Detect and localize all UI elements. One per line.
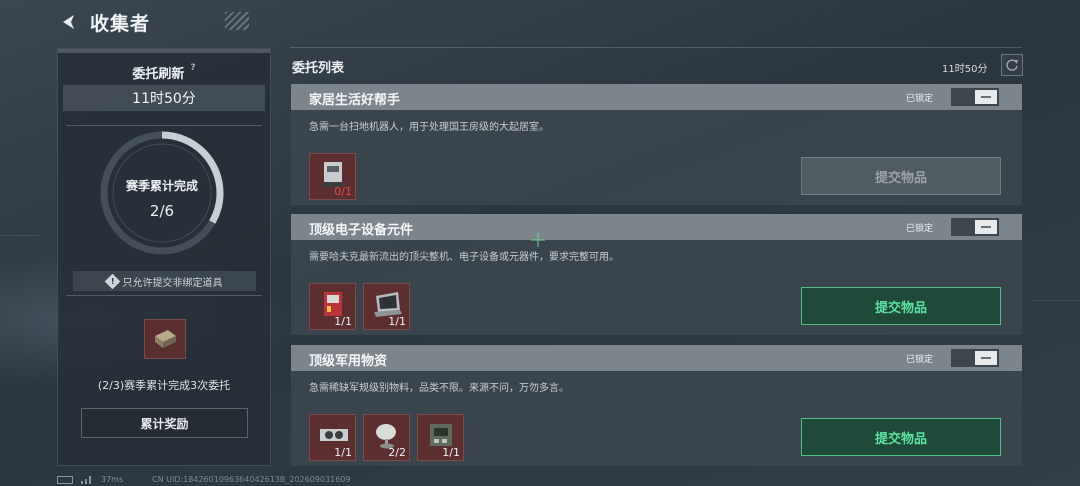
page-title: 收集者 bbox=[90, 12, 151, 35]
refresh-icon[interactable] bbox=[1001, 54, 1023, 76]
status-bar: 37ms bbox=[57, 475, 123, 484]
card-title: 顶级电子设备元件 bbox=[309, 223, 414, 238]
divider bbox=[66, 295, 262, 296]
panel-top-bar bbox=[58, 49, 270, 53]
required-item-slot[interactable]: 2/2 bbox=[363, 414, 410, 461]
required-item-slot[interactable]: 1/1 bbox=[309, 414, 356, 461]
cumulative-reward-button[interactable]: 累计奖励 bbox=[81, 408, 248, 438]
item-count: 2/2 bbox=[388, 446, 406, 459]
refresh-title-label: 委托刷新 bbox=[132, 67, 185, 82]
required-item-slot[interactable]: 1/1 bbox=[417, 414, 464, 461]
season-panel: 委托刷新? 11时50分 赛季累计完成 2/6 ! 只允许提交非绑定道具 (2/… bbox=[57, 48, 271, 466]
item-count: 1/1 bbox=[388, 315, 406, 328]
commission-card: 顶级电子设备元件 已锁定 需要哈夫克最新流出的顶尖整机、电子设备或元器件，要求完… bbox=[291, 214, 1022, 335]
item-count: 1/1 bbox=[334, 446, 352, 459]
lock-label: 已锁定 bbox=[906, 224, 934, 234]
required-items: 0/1 bbox=[309, 153, 356, 200]
commission-card: 家居生活好帮手 已锁定 急需一台扫地机器人，用于处理国王房级的大起居室。 0/1… bbox=[291, 84, 1022, 205]
lock-toggle[interactable] bbox=[951, 349, 999, 367]
lock-toggle[interactable] bbox=[951, 218, 999, 236]
header: 收集者 bbox=[58, 8, 150, 36]
reward-text: (2/3)赛季累计完成3次委托 bbox=[97, 379, 231, 392]
required-item-slot[interactable]: 1/1 bbox=[363, 283, 410, 330]
info-icon: ! bbox=[104, 273, 120, 289]
signal-icon bbox=[81, 475, 91, 484]
hud-line bbox=[1030, 300, 1080, 301]
progress-label: 赛季累计完成 bbox=[125, 179, 198, 193]
progress-value: 2/6 bbox=[149, 202, 175, 220]
binding-note-text: 只允许提交非绑定道具 bbox=[122, 277, 223, 289]
lock-toggle[interactable] bbox=[951, 88, 999, 106]
required-item-slot[interactable]: 1/1 bbox=[309, 283, 356, 330]
list-timer: 11时50分 bbox=[942, 64, 988, 75]
card-header: 顶级电子设备元件 已锁定 bbox=[291, 214, 1022, 240]
item-count: 1/1 bbox=[442, 446, 460, 459]
required-items: 1/1 2/2 1/1 bbox=[309, 414, 464, 461]
card-header: 顶级军用物资 已锁定 bbox=[291, 345, 1022, 371]
list-title: 委托列表 bbox=[292, 61, 345, 76]
toggle-knob bbox=[975, 220, 997, 234]
submit-items-button[interactable]: 提交物品 bbox=[801, 157, 1001, 195]
help-icon[interactable]: ? bbox=[190, 63, 195, 73]
reward-box-icon bbox=[155, 330, 176, 348]
ping-text: 37ms bbox=[101, 475, 124, 484]
card-title: 家居生活好帮手 bbox=[309, 93, 401, 108]
toggle-knob bbox=[975, 351, 997, 365]
commission-card: 顶级军用物资 已锁定 急需稀缺军规级别物料，品类不限。来源不问，万勿多言。 1/… bbox=[291, 345, 1022, 466]
submit-items-button[interactable]: 提交物品 bbox=[801, 287, 1001, 325]
refresh-title: 委托刷新? bbox=[58, 63, 270, 82]
card-description: 需要哈夫克最新流出的顶尖整机、电子设备或元器件，要求完整可用。 bbox=[309, 252, 619, 263]
required-item-slot[interactable]: 0/1 bbox=[309, 153, 356, 200]
header-stripes-decoration bbox=[225, 12, 249, 30]
item-count: 1/1 bbox=[334, 315, 352, 328]
battery-icon bbox=[57, 475, 73, 484]
required-items: 1/1 1/1 bbox=[309, 283, 410, 330]
card-description: 急需稀缺军规级别物料，品类不限。来源不问，万勿多言。 bbox=[309, 383, 569, 394]
divider bbox=[66, 125, 262, 126]
card-description: 急需一台扫地机器人，用于处理国王房级的大起居室。 bbox=[309, 122, 549, 133]
lock-label: 已锁定 bbox=[906, 94, 934, 104]
lock-label: 已锁定 bbox=[906, 355, 934, 365]
refresh-time: 11时50分 bbox=[63, 85, 265, 111]
list-top-line bbox=[290, 47, 1022, 48]
card-header: 家居生活好帮手 已锁定 bbox=[291, 84, 1022, 110]
binding-note: ! 只允许提交非绑定道具 bbox=[73, 271, 256, 291]
uid-text: CN UID:1842601096364042613B_202609031609 bbox=[152, 475, 351, 484]
reward-item-slot[interactable] bbox=[144, 319, 186, 359]
item-count: 0/1 bbox=[334, 185, 352, 198]
hud-line bbox=[0, 235, 40, 236]
crosshair-icon bbox=[531, 233, 545, 247]
submit-items-button[interactable]: 提交物品 bbox=[801, 418, 1001, 456]
card-title: 顶级军用物资 bbox=[309, 354, 388, 369]
toggle-knob bbox=[975, 90, 997, 104]
back-arrow-icon[interactable] bbox=[58, 11, 80, 33]
